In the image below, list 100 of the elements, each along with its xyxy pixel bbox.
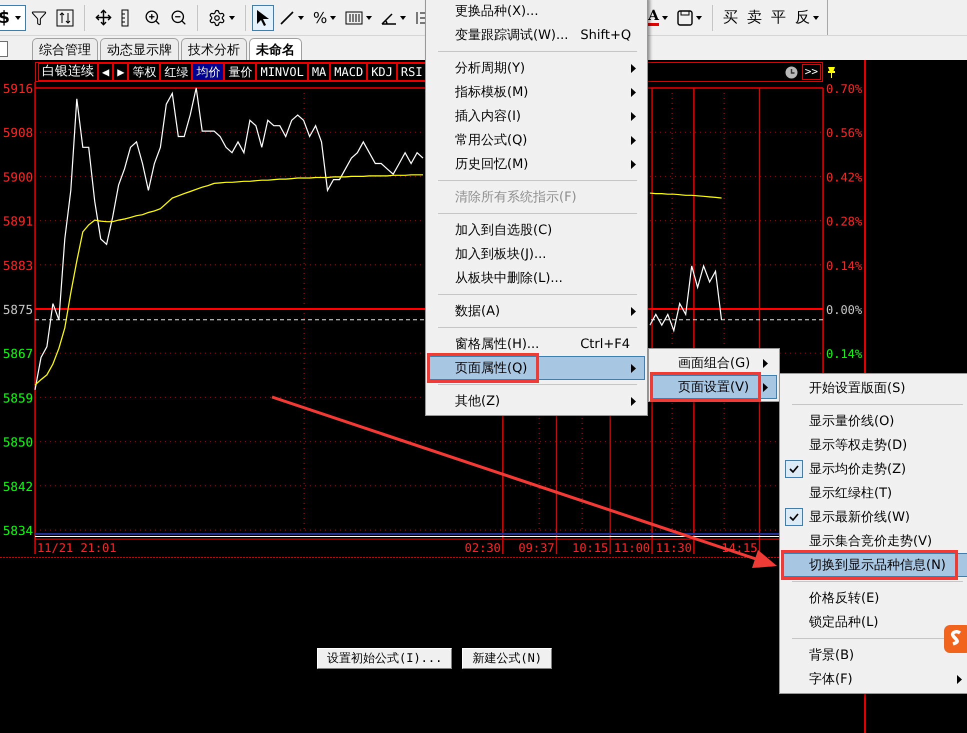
y-tick-label: 5850 bbox=[2, 434, 33, 450]
menu-item[interactable]: 常用公式(Q) bbox=[428, 128, 645, 152]
indicator-tab[interactable]: MA bbox=[308, 63, 330, 81]
caret-icon bbox=[696, 16, 702, 20]
menu-item[interactable]: 开始设置版面(S) bbox=[782, 376, 967, 400]
toolbar-button[interactable]: % bbox=[309, 4, 340, 30]
menu-item[interactable]: 更换品种(X)... bbox=[428, 0, 645, 23]
toolbar-button[interactable]: 反 bbox=[791, 4, 823, 30]
shortcut-label: Ctrl+F4 bbox=[579, 336, 630, 352]
cursor-icon bbox=[256, 8, 270, 26]
shortcut-label: Shift+Q bbox=[579, 28, 632, 42]
filter-icon bbox=[31, 10, 47, 26]
y-tick-label: 5875 bbox=[2, 302, 33, 317]
symbol-label: 白银连续 bbox=[38, 63, 98, 81]
menu-item[interactable]: 背景(B) bbox=[782, 643, 967, 667]
check-icon bbox=[789, 513, 799, 521]
menu-item[interactable]: 加入到板块(J)... bbox=[428, 242, 645, 266]
menu-item[interactable]: 其他(Z) bbox=[428, 389, 645, 413]
menu-item[interactable]: 字体(F) bbox=[782, 667, 967, 691]
menu-item[interactable]: 加入到自选股(C) bbox=[428, 218, 645, 242]
menu-item[interactable]: 数据(A) bbox=[428, 299, 645, 323]
caret-icon bbox=[229, 16, 235, 20]
toolbar-button[interactable] bbox=[252, 4, 274, 30]
more-button[interactable]: >> bbox=[802, 64, 821, 80]
menu-item[interactable]: 显示均价走势(Z) bbox=[782, 457, 967, 481]
menu-item[interactable]: 插入内容(I) bbox=[428, 104, 645, 128]
previous-button[interactable]: ◀ bbox=[98, 63, 114, 81]
menu-item[interactable]: 锁定品种(L) bbox=[782, 610, 967, 634]
caret-icon bbox=[330, 16, 336, 20]
input-method-icon[interactable] bbox=[943, 624, 967, 654]
menu-item[interactable]: 价格反转(E) bbox=[782, 586, 967, 610]
indicator-tab[interactable]: RSI bbox=[396, 63, 427, 81]
indicator-tab[interactable]: 均价 bbox=[192, 63, 224, 81]
line-tool-icon bbox=[279, 10, 295, 26]
ruler-icon bbox=[121, 8, 129, 26]
toolbar-button[interactable]: 卖 bbox=[743, 4, 766, 30]
menu-item[interactable]: 显示集合竞价走势(V) bbox=[782, 529, 967, 553]
zoom-in-icon bbox=[144, 9, 161, 26]
zoom-out-icon bbox=[170, 9, 187, 26]
percent-label: 0.14% bbox=[826, 347, 862, 362]
pin-icon[interactable] bbox=[827, 66, 836, 78]
menu-item[interactable]: 显示最新价线(W) bbox=[782, 505, 967, 529]
menu-item[interactable]: 分析周期(Y) bbox=[428, 56, 645, 80]
caret-icon bbox=[15, 16, 21, 20]
clock-icon[interactable] bbox=[784, 66, 798, 78]
tab[interactable]: 动态显示牌 bbox=[100, 38, 179, 60]
percent-label: 0.00% bbox=[826, 303, 862, 317]
indicator-tab[interactable]: KDJ bbox=[367, 63, 397, 81]
formula-button[interactable]: 设置初始公式(I)... bbox=[317, 648, 452, 669]
caret-icon bbox=[298, 16, 304, 20]
caret-icon bbox=[813, 16, 819, 20]
y-tick-label: 5842 bbox=[2, 478, 33, 494]
indicator-tab[interactable]: MACD bbox=[330, 63, 368, 81]
y-tick-label: 5908 bbox=[2, 125, 33, 140]
check-icon bbox=[789, 465, 799, 473]
y-tick-label: 5859 bbox=[2, 390, 33, 406]
toolbar-button[interactable]: 平 bbox=[767, 4, 790, 30]
menu-item[interactable]: 显示等权走势(D) bbox=[782, 433, 967, 457]
percent-label: 0.56% bbox=[826, 126, 862, 140]
indicator-tab[interactable]: 量价 bbox=[224, 63, 256, 81]
y-tick-label: 5883 bbox=[2, 258, 33, 273]
y-tick-label: 5916 bbox=[2, 82, 33, 96]
menu-item[interactable]: 显示量价线(O) bbox=[782, 409, 967, 433]
percent-label: 0.70% bbox=[826, 82, 862, 96]
menu-item[interactable]: 从板块中删除(L)... bbox=[428, 266, 645, 290]
caret-icon bbox=[366, 16, 372, 20]
move-icon bbox=[95, 9, 112, 26]
formula-button[interactable]: 新建公式(N) bbox=[462, 648, 552, 669]
x-tick-label: 11:00 bbox=[614, 541, 650, 555]
x-tick-label: 02:30 bbox=[464, 541, 501, 555]
y-tick-label: 5834 bbox=[2, 523, 33, 538]
menu-item[interactable]: 窗格属性(H)... Ctrl+F4 bbox=[428, 332, 645, 356]
menu-item[interactable]: 变量跟踪调试(W)... Shift+Q bbox=[428, 23, 645, 47]
next-button[interactable]: ▶ bbox=[113, 63, 128, 81]
bars-icon bbox=[345, 10, 364, 24]
x-tick-label: 11/21 21:01 bbox=[37, 541, 117, 555]
x-tick-label: 09:37 bbox=[518, 541, 555, 555]
tab-scroll-button[interactable] bbox=[0, 41, 8, 57]
tab[interactable]: 综合管理 bbox=[32, 38, 98, 60]
menu-item[interactable]: 历史回忆(M) bbox=[428, 152, 645, 176]
tab[interactable]: 技术分析 bbox=[181, 38, 247, 60]
percent-label: 0.28% bbox=[826, 214, 862, 229]
toolbar-button[interactable]: 买 bbox=[719, 4, 742, 30]
y-tick-label: 5891 bbox=[2, 214, 33, 229]
tab[interactable]: 未命名 bbox=[249, 38, 302, 60]
x-tick-label: 10:15 bbox=[572, 541, 608, 555]
menu-item[interactable]: 显示红绿柱(T) bbox=[782, 481, 967, 505]
indicator-tab[interactable]: MINVOL bbox=[256, 63, 308, 81]
save-icon bbox=[677, 10, 693, 26]
menu-item[interactable]: 指标模板(M) bbox=[428, 80, 645, 104]
menu-item[interactable]: 切换到显示品种信息(N) bbox=[782, 553, 967, 577]
menu-item[interactable]: 页面设置(V) bbox=[651, 375, 777, 399]
menu-item[interactable]: 画面组合(G) bbox=[651, 351, 777, 375]
percent-label: 0.42% bbox=[826, 170, 862, 184]
percent-label: 0.14% bbox=[826, 258, 862, 273]
y-tick-label: 5867 bbox=[2, 346, 33, 362]
menu-item[interactable]: 页面属性(Q) bbox=[428, 356, 645, 380]
indicator-tab[interactable]: 等权 bbox=[128, 63, 160, 81]
caret-icon bbox=[662, 16, 668, 20]
indicator-tab[interactable]: 红绿 bbox=[160, 63, 192, 81]
